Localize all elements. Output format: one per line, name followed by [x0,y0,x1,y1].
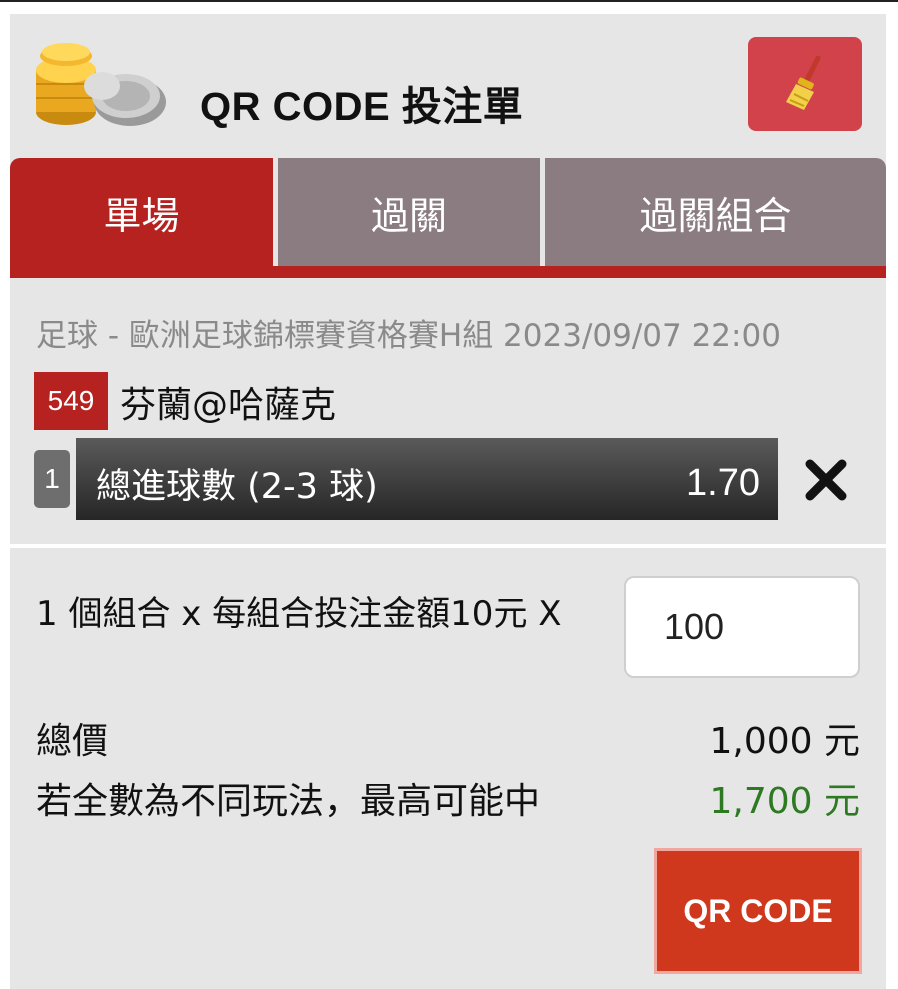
match-section: 足球 - 歐洲足球錦標賽資格賽H組 2023/09/07 22:00 549 芬… [10,280,886,546]
selection-label: 總進球數 (2-3 球) [96,467,378,507]
combo-calculation: 1 個組合 x 每組合投注金額10元 X [36,594,562,634]
coins-icon [32,36,172,136]
match-number-badge: 549 [34,372,108,430]
header: QR CODE 投注單 [10,14,886,156]
page-title: QR CODE 投注單 [200,85,524,129]
bet-multiplier-input[interactable]: 100 [624,576,860,678]
match-teams: 芬蘭@哈薩克 [120,385,337,426]
selection-odds: 1.70 [686,462,760,504]
max-win-label: 若全數為不同玩法，最高可能中 [36,781,541,822]
broom-icon [786,56,821,110]
section-divider [10,544,886,548]
top-border [0,0,898,2]
qr-code-button[interactable]: QR CODE [654,848,862,974]
selection-index: 1 [34,450,70,508]
clear-button[interactable] [748,37,862,131]
total-label: 總價 [36,721,109,762]
bet-type-tabs: 單場 過關 過關組合 [10,158,886,266]
total-value: 1,000 元 [709,721,860,762]
tab-parlay[interactable]: 過關 [278,158,540,266]
bet-slip-panel: QR CODE 投注單 單場 過關 過關組合 足球 - 歐洲足球錦標賽資格賽H組… [10,14,886,989]
active-tab-bar [10,266,886,278]
selection-bar: 總進球數 (2-3 球) 1.70 [76,438,778,520]
tab-single[interactable]: 單場 [10,158,273,266]
close-icon[interactable] [804,458,848,502]
max-win-value: 1,700 元 [709,781,860,822]
bet-multiplier-value: 100 [664,606,725,647]
match-league-info: 足球 - 歐洲足球錦標賽資格賽H組 2023/09/07 22:00 [36,318,781,354]
tab-parlay-combo[interactable]: 過關組合 [545,158,886,266]
